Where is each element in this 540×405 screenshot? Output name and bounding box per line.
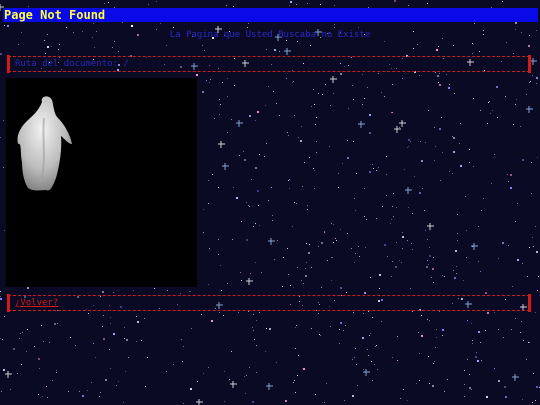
title-bar: Page Not Found (3, 8, 538, 22)
frame-left-cap (7, 55, 10, 73)
back-link[interactable]: ¿Volver? (15, 297, 58, 309)
path-frame: Ruta del documento: / (7, 55, 531, 73)
back-frame: ¿Volver? (7, 294, 531, 312)
error-message: La Pagina que Usted Buscaba no Existe (169, 30, 371, 40)
page-title: Page Not Found (4, 8, 106, 22)
frame-right-cap (528, 294, 531, 312)
path-text: Ruta del documento: / (15, 59, 129, 69)
ghost-panel (6, 78, 197, 287)
frame-right-cap (528, 55, 531, 73)
frame-left-cap (7, 294, 10, 312)
ghost-icon (17, 96, 72, 191)
